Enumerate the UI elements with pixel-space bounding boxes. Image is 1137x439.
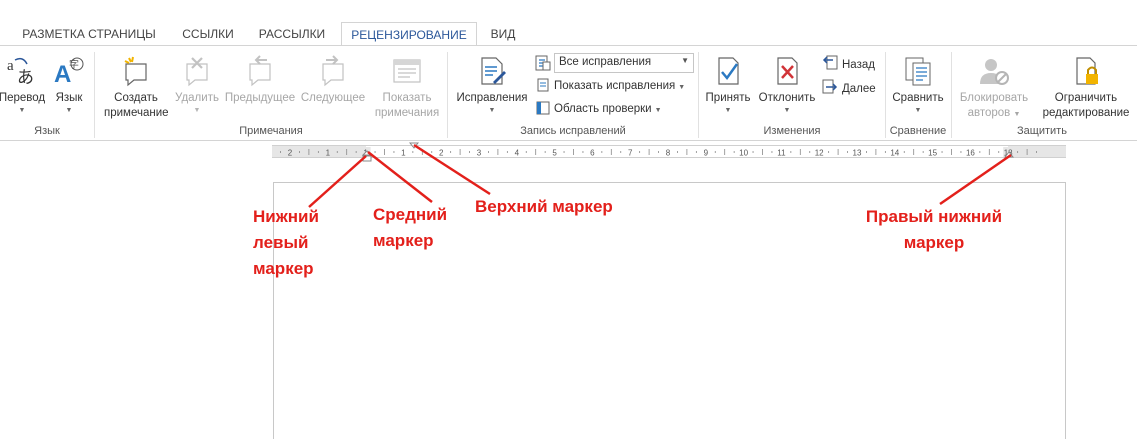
annotation-bottom-left: Нижний левый маркер — [253, 204, 319, 282]
arrow-bottom-left — [308, 155, 367, 208]
annotation-bottom-left-line2: левый — [253, 233, 309, 252]
arrow-bottom-right — [939, 153, 1012, 206]
annotation-bottom-right-line2: маркер — [903, 233, 965, 252]
annotation-middle: Средний маркер — [373, 202, 447, 254]
annotation-bottom-right-line1: Правый нижний — [865, 207, 1003, 226]
annotation-bottom-right: Правый нижний маркер — [859, 204, 1009, 256]
annotation-top: Верхний маркер — [475, 197, 613, 216]
annotation-bottom-left-line1: Нижний — [253, 207, 319, 226]
arrow-top — [413, 143, 491, 196]
annotation-middle-line1: Средний — [373, 205, 448, 224]
arrow-middle — [367, 151, 433, 203]
annotation-middle-line2: маркер — [373, 231, 434, 250]
annotation-bottom-left-line3: маркер — [253, 259, 314, 278]
